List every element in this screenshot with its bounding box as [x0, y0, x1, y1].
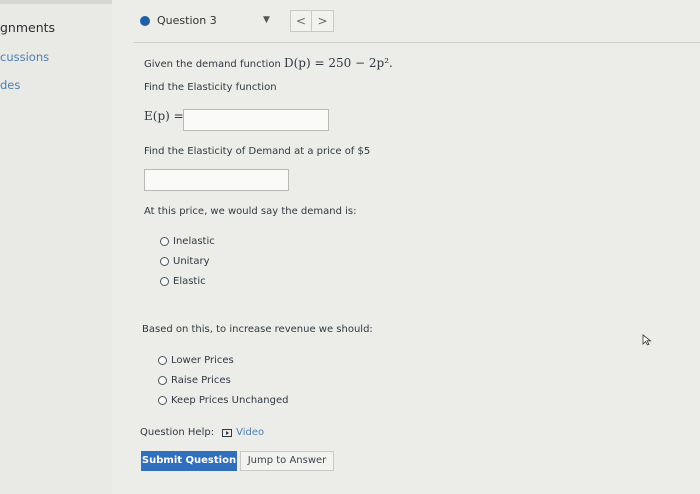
radio-label: Raise Prices: [171, 375, 231, 386]
divider: [133, 42, 700, 43]
next-question-button[interactable]: >: [312, 10, 334, 32]
radio-circle-icon[interactable]: [160, 257, 169, 266]
main-panel: [112, 0, 700, 494]
help-label: Question Help:: [140, 427, 215, 438]
jump-to-answer-button[interactable]: Jump to Answer: [240, 451, 334, 471]
elasticity-input[interactable]: [144, 169, 289, 191]
video-icon[interactable]: [222, 428, 233, 437]
radio-raise-prices[interactable]: Raise Prices: [158, 375, 231, 386]
radio-circle-icon[interactable]: [160, 277, 169, 286]
radio-label: Lower Prices: [171, 355, 234, 366]
radio-label: Keep Prices Unchanged: [171, 395, 289, 406]
radio-circle-icon[interactable]: [158, 356, 167, 365]
radio-lower-prices[interactable]: Lower Prices: [158, 355, 234, 366]
radio-inelastic[interactable]: Inelastic: [160, 236, 215, 247]
prev-question-button[interactable]: <: [290, 10, 312, 32]
sidebar-item-discussions[interactable]: cussions: [0, 50, 49, 64]
radio-keep-prices-unchanged[interactable]: Keep Prices Unchanged: [158, 395, 288, 406]
demand-question-text: At this price, we would say the demand i…: [144, 206, 357, 217]
find-function-text: Find the Elasticity function: [144, 82, 277, 93]
radio-circle-icon[interactable]: [160, 237, 169, 246]
radio-circle-icon[interactable]: [158, 376, 167, 385]
radio-unitary[interactable]: Unitary: [160, 256, 210, 267]
sidebar: gnments cussions des: [0, 0, 112, 494]
intro-text: Given the demand function: [144, 59, 281, 70]
top-strip: [0, 0, 112, 4]
question-nav: Question 3 ▼ < >: [140, 10, 340, 34]
find-at-price-text: Find the Elasticity of Demand at a price…: [144, 146, 371, 157]
ep-label: E(p) =: [144, 109, 184, 123]
ep-input[interactable]: [183, 109, 329, 131]
sidebar-item-grades[interactable]: des: [0, 78, 20, 92]
mouse-cursor-icon: [642, 334, 652, 346]
radio-circle-icon[interactable]: [158, 396, 167, 405]
video-link[interactable]: Video: [236, 427, 264, 438]
sidebar-item-assignments[interactable]: gnments: [0, 20, 55, 35]
status-dot-icon: [140, 16, 150, 26]
intro-line: Given the demand function D(p) = 250 − 2…: [144, 56, 393, 70]
submit-question-button[interactable]: Submit Question: [141, 451, 237, 471]
intro-formula: D(p) = 250 − 2p².: [283, 56, 393, 70]
revenue-question-text: Based on this, to increase revenue we sh…: [142, 324, 373, 335]
question-help: Question Help: Video: [140, 427, 264, 438]
dropdown-caret-icon[interactable]: ▼: [263, 15, 270, 25]
radio-label: Inelastic: [173, 236, 215, 247]
question-selector[interactable]: Question 3: [157, 14, 217, 27]
radio-elastic[interactable]: Elastic: [160, 276, 206, 287]
radio-label: Elastic: [173, 276, 206, 287]
radio-label: Unitary: [173, 256, 210, 267]
